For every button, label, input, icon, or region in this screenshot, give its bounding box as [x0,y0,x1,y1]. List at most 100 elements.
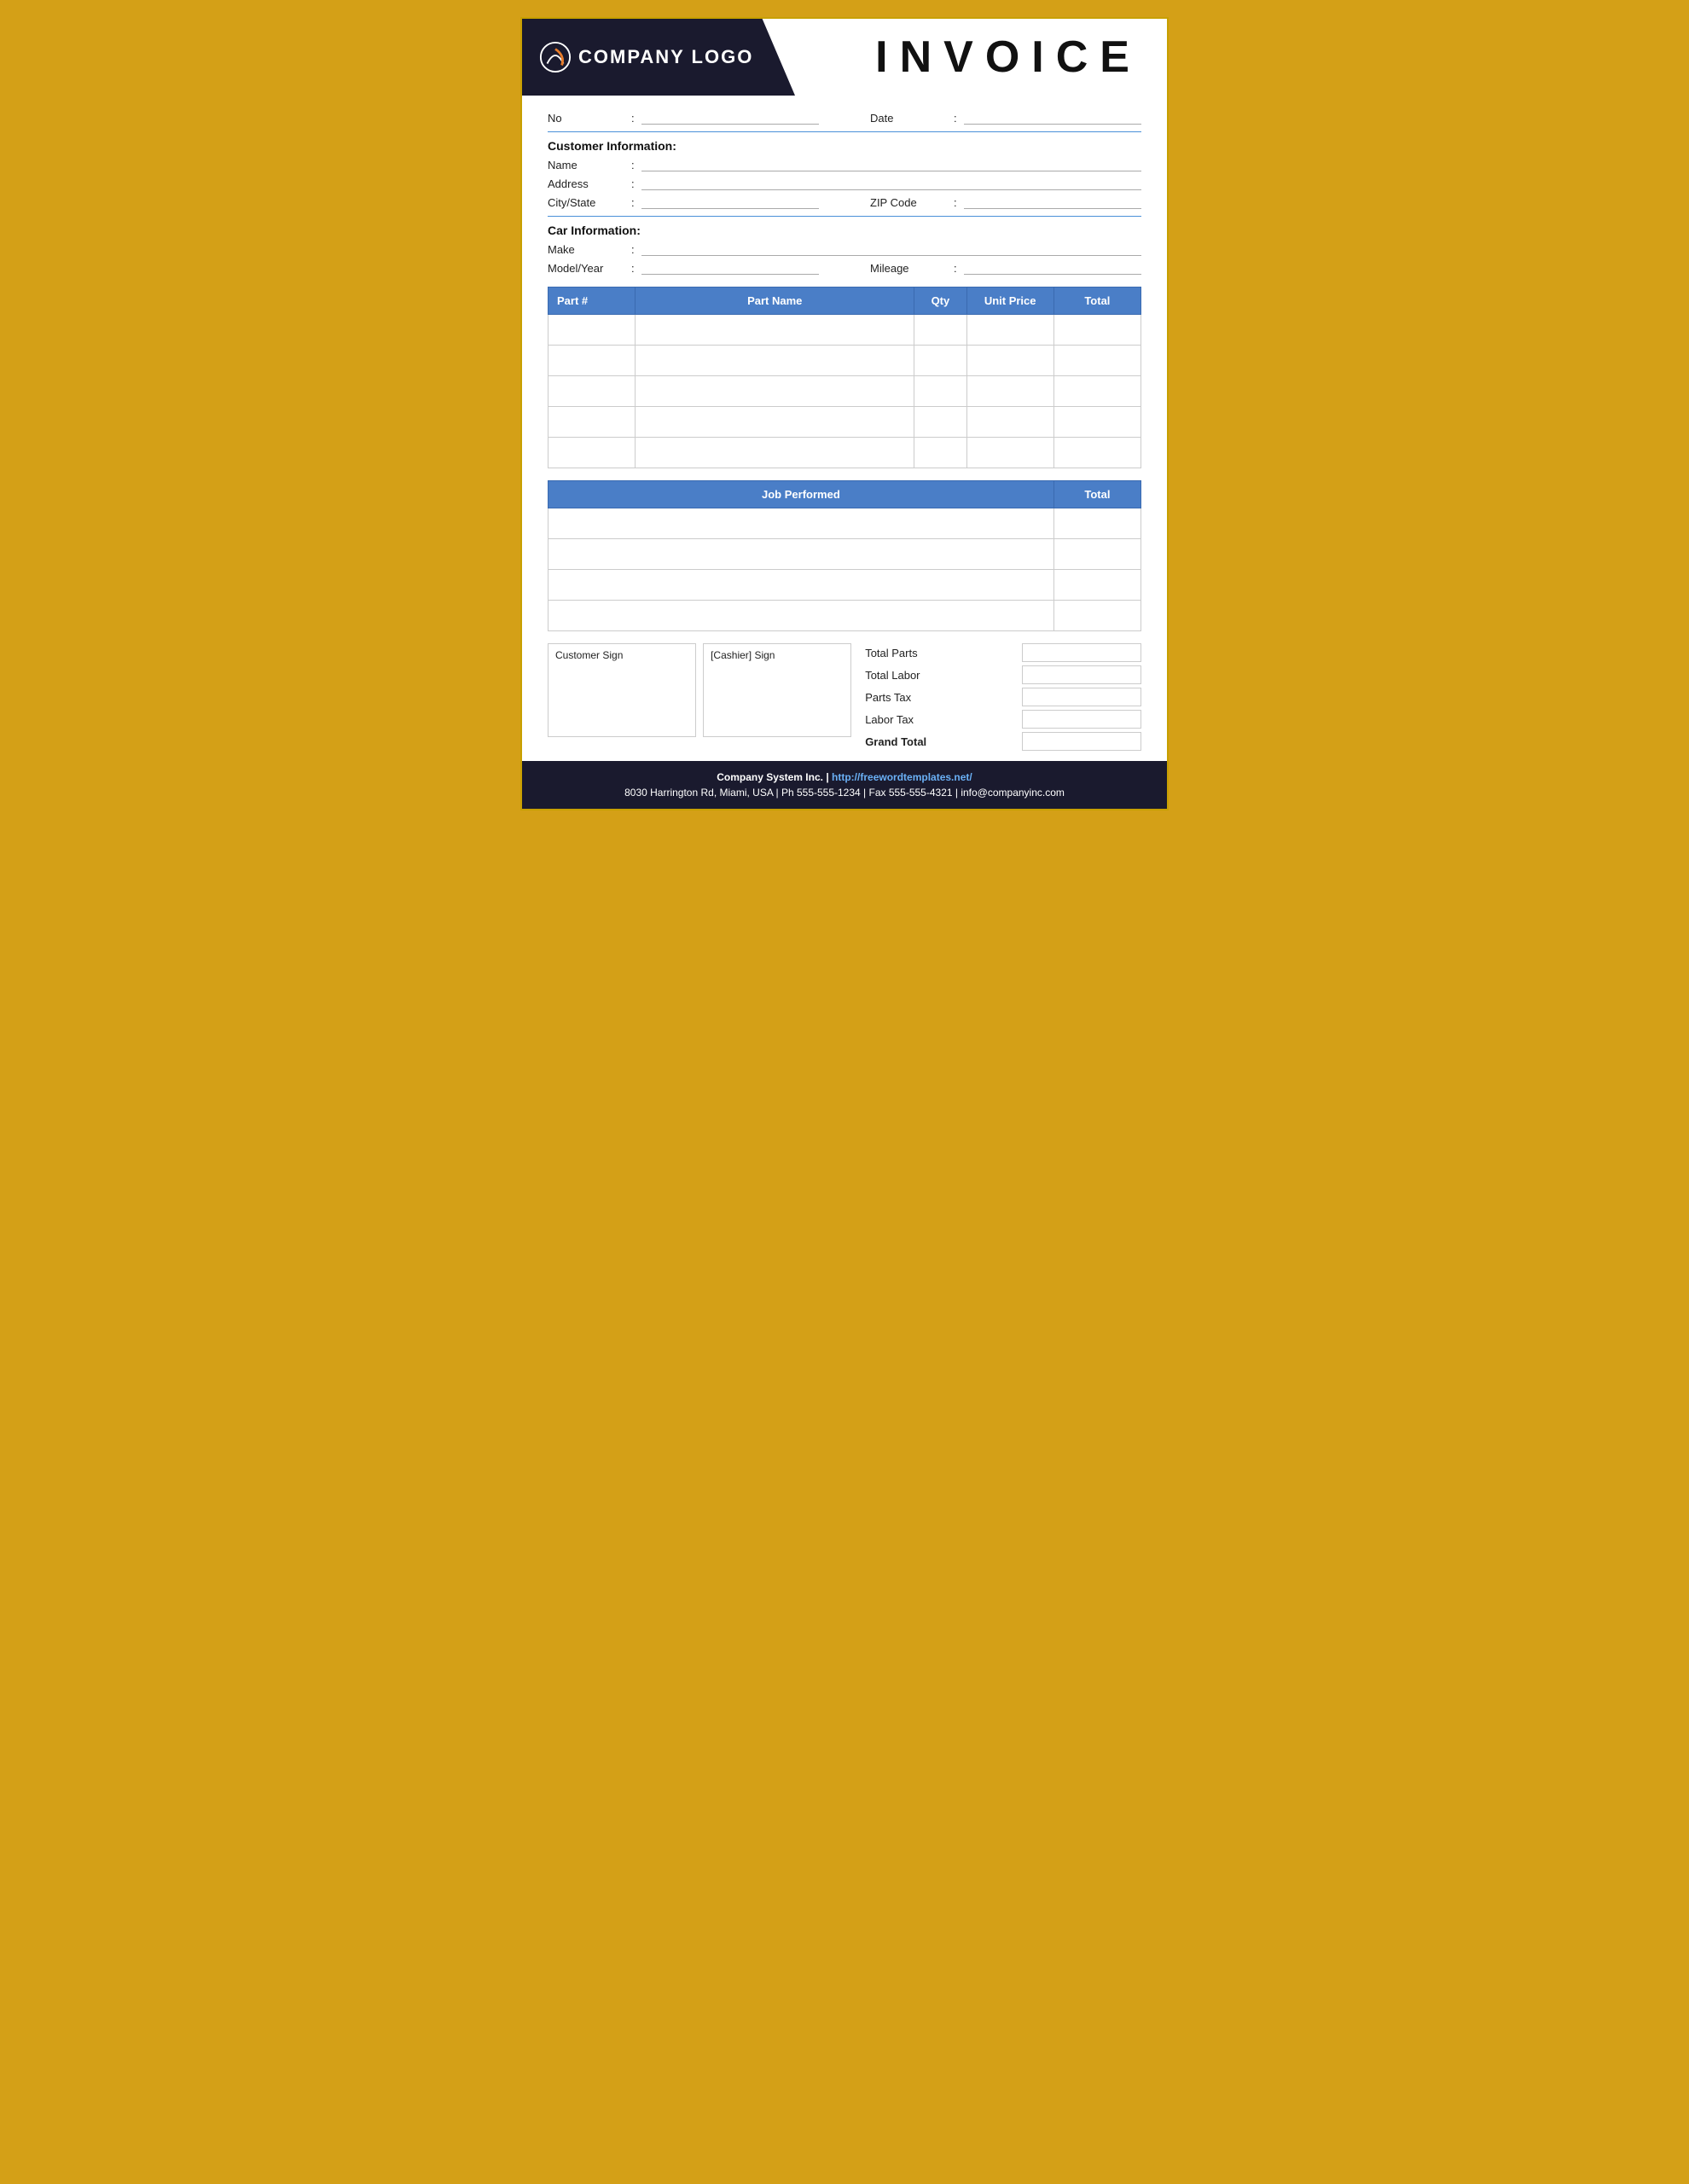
table-row [548,508,1141,539]
parts-table: Part # Part Name Qty Unit Price Total [548,287,1141,468]
table-cell [636,346,914,376]
total-parts-row: Total Parts [865,643,1141,662]
citystate-row: City/State : ZIP Code : [548,195,1141,209]
address-label: Address [548,177,624,190]
footer-address: 8030 Harrington Rd, Miami, USA | Ph 555-… [539,787,1150,799]
parts-tax-box[interactable] [1022,688,1141,706]
address-row: Address : [548,177,1141,190]
modelyear-field-line[interactable] [641,261,819,275]
table-cell [966,438,1053,468]
grand-total-box[interactable] [1022,732,1141,751]
table-row [548,346,1141,376]
logo-icon [539,41,572,73]
make-row: Make : [548,242,1141,256]
citystate-field-line[interactable] [641,195,819,209]
mileage-colon: : [954,262,957,275]
make-field-line[interactable] [641,242,1141,256]
zip-field-line[interactable] [964,195,1141,209]
table-row [548,539,1141,570]
table-cell [914,315,966,346]
address-field-line[interactable] [641,177,1141,190]
footer: Company System Inc. | http://freewordtem… [522,761,1167,809]
modelyear-label: Model/Year [548,262,624,275]
table-cell [1053,539,1141,570]
no-label: No [548,112,624,125]
table-cell [548,376,636,407]
name-colon: : [631,159,635,171]
modelyear-colon: : [631,262,635,275]
divider-1 [548,131,1141,132]
total-parts-box[interactable] [1022,643,1141,662]
footer-url[interactable]: http://freewordtemplates.net/ [832,771,972,783]
parts-col-partname: Part Name [636,288,914,315]
parts-col-qty: Qty [914,288,966,315]
header: COMPANY LOGO INVOICE [522,19,1167,96]
zip-label: ZIP Code [870,196,947,209]
date-field-line[interactable] [964,111,1141,125]
body: No : Date : Customer Information: Name :… [522,96,1167,631]
name-field-line[interactable] [641,158,1141,171]
table-cell [548,438,636,468]
parts-col-unitprice: Unit Price [966,288,1053,315]
table-cell [966,376,1053,407]
totals-section: Total Parts Total Labor Parts Tax Labor … [865,643,1141,752]
table-cell [1053,315,1141,346]
total-parts-label: Total Parts [865,647,950,659]
no-colon: : [631,112,635,125]
sign-boxes: Customer Sign [Cashier] Sign [548,643,851,737]
table-row [548,407,1141,438]
name-row: Name : [548,158,1141,171]
table-cell [636,407,914,438]
table-cell [548,539,1054,570]
table-row [548,601,1141,631]
table-cell [548,346,636,376]
cashier-sign-box: [Cashier] Sign [703,643,851,737]
mileage-field-line[interactable] [964,261,1141,275]
parts-tax-row: Parts Tax [865,688,1141,706]
table-cell [636,376,914,407]
citystate-colon: : [631,196,635,209]
zip-colon: : [954,196,957,209]
no-date-row: No : Date : [548,111,1141,125]
parts-tax-label: Parts Tax [865,691,950,704]
table-cell [636,315,914,346]
customer-sign-box: Customer Sign [548,643,696,737]
table-cell [1053,346,1141,376]
cashier-sign-label: [Cashier] Sign [711,649,844,661]
logo-text: COMPANY LOGO [578,46,753,68]
table-cell [548,570,1054,601]
table-row [548,438,1141,468]
grand-total-label: Grand Total [865,735,950,748]
table-cell [1053,438,1141,468]
company-logo: COMPANY LOGO [539,41,753,73]
table-cell [966,346,1053,376]
table-cell [1053,376,1141,407]
name-label: Name [548,159,624,171]
total-labor-box[interactable] [1022,665,1141,684]
bottom-section: Customer Sign [Cashier] Sign Total Parts… [548,643,1141,752]
invoice-title-area: INVOICE [795,19,1167,96]
table-cell [1053,570,1141,601]
labor-tax-box[interactable] [1022,710,1141,729]
parts-table-header-row: Part # Part Name Qty Unit Price Total [548,288,1141,315]
total-labor-row: Total Labor [865,665,1141,684]
table-cell [548,407,636,438]
no-field-line[interactable] [641,111,819,125]
table-cell [1053,508,1141,539]
labor-tax-row: Labor Tax [865,710,1141,729]
total-labor-label: Total Labor [865,669,950,682]
invoice-title: INVOICE [875,32,1141,83]
parts-col-total: Total [1053,288,1141,315]
job-col-job: Job Performed [548,481,1054,508]
table-cell [966,315,1053,346]
table-cell [636,438,914,468]
customer-sign-label: Customer Sign [555,649,688,661]
citystate-label: City/State [548,196,624,209]
table-row [548,376,1141,407]
table-cell [548,315,636,346]
job-table-header-row: Job Performed Total [548,481,1141,508]
footer-company-name: Company System Inc. [717,771,823,783]
footer-company: Company System Inc. | http://freewordtem… [539,771,1150,783]
parts-col-partno: Part # [548,288,636,315]
divider-2 [548,216,1141,217]
